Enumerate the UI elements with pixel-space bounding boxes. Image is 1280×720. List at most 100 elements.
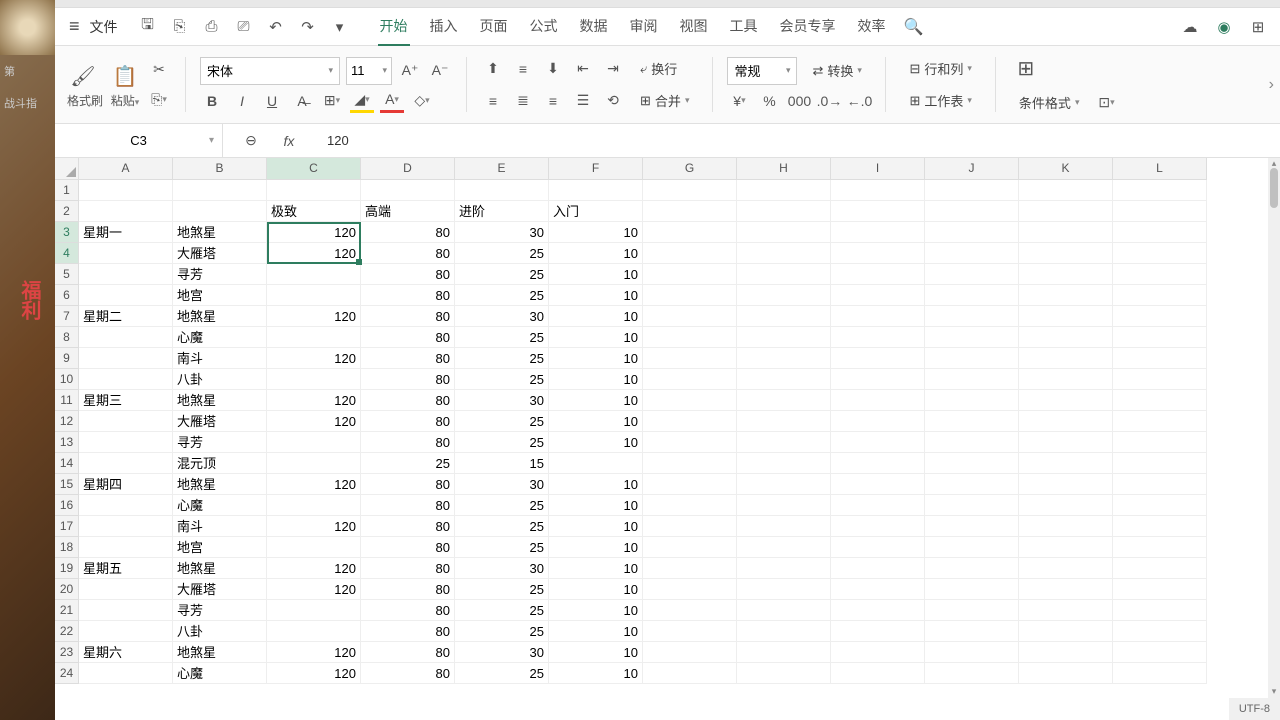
cell[interactable]: 80	[361, 306, 455, 327]
cell[interactable]: 120	[267, 579, 361, 600]
cell[interactable]: 星期一	[79, 222, 173, 243]
row-header-20[interactable]: 20	[55, 579, 79, 600]
cell[interactable]: 30	[455, 474, 549, 495]
cell[interactable]: 地煞星	[173, 558, 267, 579]
cell[interactable]	[925, 327, 1019, 348]
fx-icon[interactable]: fx	[277, 129, 301, 153]
cell[interactable]: 10	[549, 621, 643, 642]
cell[interactable]	[925, 348, 1019, 369]
cell[interactable]: 入门	[549, 201, 643, 222]
col-header-A[interactable]: A	[79, 158, 173, 180]
cell[interactable]	[1019, 243, 1113, 264]
cell[interactable]	[737, 642, 831, 663]
cell[interactable]: 10	[549, 516, 643, 537]
cell[interactable]	[831, 558, 925, 579]
hamburger-icon[interactable]: ≡	[63, 16, 86, 37]
cell[interactable]: 80	[361, 495, 455, 516]
cell[interactable]	[925, 537, 1019, 558]
cell[interactable]	[831, 348, 925, 369]
cell[interactable]: 25	[455, 579, 549, 600]
col-header-D[interactable]: D	[361, 158, 455, 180]
col-header-C[interactable]: C	[267, 158, 361, 180]
cell[interactable]	[1019, 600, 1113, 621]
row-header-12[interactable]: 12	[55, 411, 79, 432]
cell[interactable]	[1113, 621, 1207, 642]
cell[interactable]	[361, 180, 455, 201]
cell[interactable]	[925, 285, 1019, 306]
col-header-L[interactable]: L	[1113, 158, 1207, 180]
cell[interactable]	[925, 600, 1019, 621]
cell[interactable]: 80	[361, 663, 455, 684]
cell[interactable]: 地煞星	[173, 642, 267, 663]
grid-icon[interactable]: ⊞	[1244, 13, 1272, 41]
cell[interactable]: 地煞星	[173, 390, 267, 411]
row-header-8[interactable]: 8	[55, 327, 79, 348]
cell[interactable]	[831, 222, 925, 243]
col-header-J[interactable]: J	[925, 158, 1019, 180]
decrease-font-icon[interactable]: A⁻	[428, 59, 452, 83]
cell[interactable]: 10	[549, 306, 643, 327]
cell[interactable]: 80	[361, 285, 455, 306]
col-header-H[interactable]: H	[737, 158, 831, 180]
copy-icon[interactable]: ⎘▾	[147, 88, 171, 112]
cell[interactable]	[173, 180, 267, 201]
cell[interactable]	[267, 453, 361, 474]
cell[interactable]	[549, 453, 643, 474]
cell[interactable]: 心魔	[173, 327, 267, 348]
cell[interactable]	[925, 180, 1019, 201]
cell[interactable]	[1113, 432, 1207, 453]
cell[interactable]	[643, 222, 737, 243]
cell[interactable]	[1019, 390, 1113, 411]
cell[interactable]: 80	[361, 642, 455, 663]
align-top-icon[interactable]: ⬆	[481, 57, 505, 81]
cell[interactable]	[643, 285, 737, 306]
cell[interactable]: 10	[549, 432, 643, 453]
cell[interactable]: 10	[549, 411, 643, 432]
cell[interactable]	[1019, 327, 1113, 348]
cell[interactable]	[643, 306, 737, 327]
cell[interactable]	[925, 201, 1019, 222]
cell[interactable]	[1113, 537, 1207, 558]
cell[interactable]	[267, 621, 361, 642]
paste-icon[interactable]: 📋	[109, 60, 141, 92]
cell[interactable]: 10	[549, 474, 643, 495]
cell[interactable]: 10	[549, 558, 643, 579]
cell[interactable]	[1019, 537, 1113, 558]
cell[interactable]	[1113, 285, 1207, 306]
cell[interactable]	[79, 600, 173, 621]
cell[interactable]	[831, 180, 925, 201]
cell[interactable]	[1019, 348, 1113, 369]
row-header-7[interactable]: 7	[55, 306, 79, 327]
borders-icon[interactable]: ⊞▾	[320, 89, 344, 113]
cell[interactable]: 120	[267, 243, 361, 264]
cell[interactable]: 80	[361, 327, 455, 348]
cell[interactable]	[1113, 663, 1207, 684]
cell[interactable]	[1113, 243, 1207, 264]
paste-label[interactable]: 粘贴	[111, 94, 135, 108]
cell[interactable]	[925, 453, 1019, 474]
font-size-select[interactable]: 11▾	[346, 57, 392, 85]
cell[interactable]	[79, 453, 173, 474]
cell[interactable]	[643, 348, 737, 369]
cell-style-icon[interactable]: ◇▾	[410, 89, 434, 113]
align-left-icon[interactable]: ≡	[481, 89, 505, 113]
cell[interactable]	[79, 516, 173, 537]
row-header-18[interactable]: 18	[55, 537, 79, 558]
cell[interactable]	[267, 180, 361, 201]
tab-6[interactable]: 视图	[678, 8, 710, 46]
cell[interactable]	[79, 663, 173, 684]
cell[interactable]: 南斗	[173, 348, 267, 369]
cell[interactable]	[925, 264, 1019, 285]
cell[interactable]	[79, 411, 173, 432]
cell[interactable]: 25	[361, 453, 455, 474]
cell[interactable]	[1113, 642, 1207, 663]
cell[interactable]	[1113, 264, 1207, 285]
cell[interactable]: 混元顶	[173, 453, 267, 474]
cell[interactable]: 120	[267, 663, 361, 684]
cell[interactable]: 25	[455, 495, 549, 516]
row-header-13[interactable]: 13	[55, 432, 79, 453]
cell[interactable]: 80	[361, 600, 455, 621]
cell[interactable]	[737, 663, 831, 684]
cell[interactable]: 10	[549, 663, 643, 684]
merge-button[interactable]: ⊞合并▾	[631, 87, 698, 115]
